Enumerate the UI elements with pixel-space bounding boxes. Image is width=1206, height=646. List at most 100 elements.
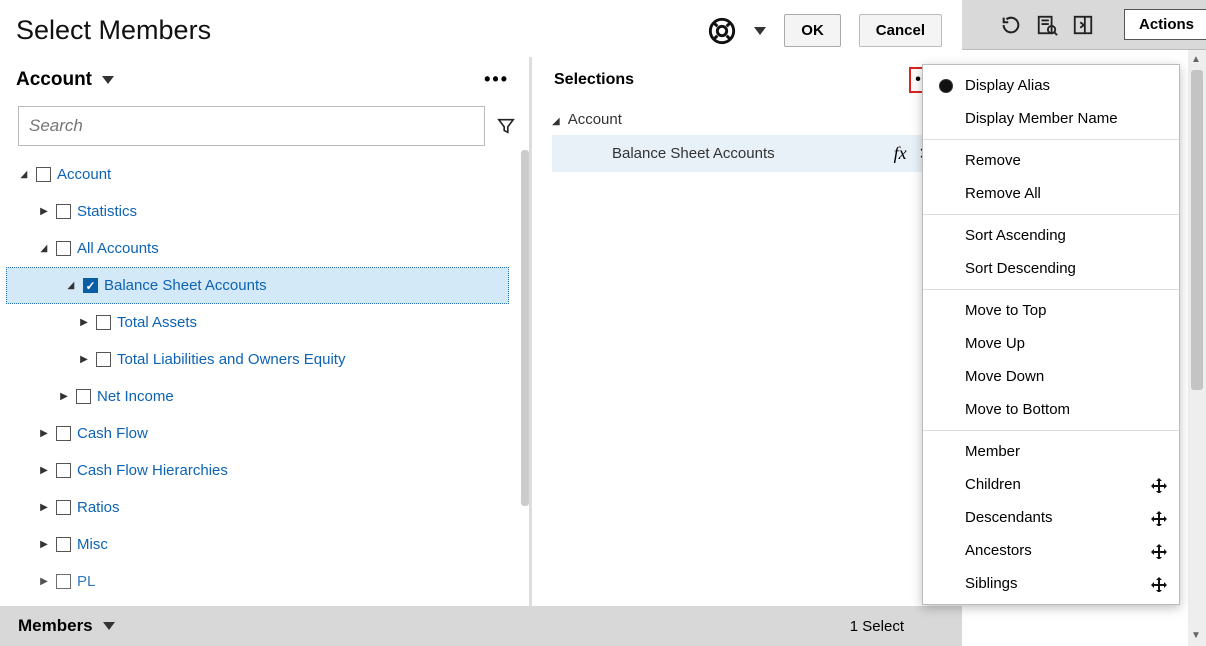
selection-count: 1 Select (850, 618, 904, 635)
tree-node-all-accounts[interactable]: All Accounts (0, 230, 529, 267)
checkbox[interactable] (56, 537, 71, 552)
select-members-dialog: Select Members OK Cancel Account ••• (0, 0, 962, 646)
tree-node-total-liab[interactable]: Total Liabilities and Owners Equity (0, 341, 529, 378)
actions-button[interactable]: Actions (1124, 9, 1206, 40)
filter-icon[interactable] (497, 117, 515, 135)
tree-label[interactable]: Total Liabilities and Owners Equity (117, 351, 345, 368)
scroll-up-icon[interactable]: ▲ (1191, 54, 1203, 66)
caret-icon[interactable] (38, 428, 50, 439)
tree-node-net-income[interactable]: Net Income (0, 378, 529, 415)
caret-icon[interactable] (38, 465, 50, 476)
caret-icon[interactable] (38, 539, 50, 550)
caret-icon[interactable] (65, 280, 77, 291)
page-scrollbar[interactable]: ▲ ▼ (1188, 50, 1206, 646)
tree-label[interactable]: Cash Flow (77, 425, 148, 442)
checkbox[interactable] (96, 315, 111, 330)
menu-label: Remove All (965, 185, 1041, 202)
checkbox[interactable] (36, 167, 51, 182)
background-toolbar: Actions (960, 0, 1206, 50)
tree-scrollbar[interactable] (521, 150, 529, 506)
tree-label[interactable]: Net Income (97, 388, 174, 405)
function-icon[interactable]: fx (894, 143, 907, 164)
tree-label[interactable]: All Accounts (77, 240, 159, 257)
tree-node-cash-flow[interactable]: Cash Flow (0, 415, 529, 452)
selection-root[interactable]: Account (552, 103, 942, 135)
tree-node-misc[interactable]: Misc (0, 526, 529, 563)
caret-icon[interactable] (38, 206, 50, 217)
refresh-icon[interactable] (1000, 14, 1022, 36)
dialog-footer: Members 1 Select (0, 606, 962, 646)
tree-node-pl[interactable]: PL (0, 563, 529, 600)
caret-icon[interactable] (38, 243, 50, 254)
tree-label[interactable]: Total Assets (117, 314, 197, 331)
dimension-dropdown-icon[interactable] (102, 76, 114, 84)
caret-icon[interactable] (58, 391, 70, 402)
cancel-button[interactable]: Cancel (859, 14, 942, 47)
caret-icon[interactable] (38, 576, 50, 587)
menu-move-bottom[interactable]: Move to Bottom (923, 393, 1179, 426)
tree-node-cash-flow-h[interactable]: Cash Flow Hierarchies (0, 452, 529, 489)
dimension-more-icon[interactable]: ••• (480, 65, 513, 94)
tree-label[interactable]: Statistics (77, 203, 137, 220)
tree-node-account[interactable]: Account (0, 156, 529, 193)
menu-display-alias[interactable]: Display Alias (923, 69, 1179, 102)
tree-label[interactable]: Account (57, 166, 111, 183)
menu-descendants[interactable]: Descendants (923, 501, 1179, 534)
scroll-down-icon[interactable]: ▼ (1191, 630, 1203, 642)
selection-item[interactable]: Balance Sheet Accounts fx ✕ (552, 135, 942, 172)
checkbox[interactable] (56, 574, 71, 589)
tree-label[interactable]: Ratios (77, 499, 120, 516)
tree-label[interactable]: Balance Sheet Accounts (104, 277, 267, 294)
tree-label[interactable]: Cash Flow Hierarchies (77, 462, 228, 479)
caret-icon[interactable] (18, 169, 30, 180)
tree-node-balance-sheet[interactable]: Balance Sheet Accounts (6, 267, 509, 304)
members-label: Members (18, 616, 93, 636)
help-icon[interactable] (708, 17, 736, 45)
scroll-thumb[interactable] (1191, 70, 1203, 390)
menu-label: Sort Descending (965, 260, 1076, 277)
menu-label: Siblings (965, 575, 1018, 592)
menu-children[interactable]: Children (923, 468, 1179, 501)
checkbox[interactable] (96, 352, 111, 367)
menu-move-top[interactable]: Move to Top (923, 294, 1179, 327)
search-input[interactable] (18, 106, 485, 146)
checkbox[interactable] (56, 500, 71, 515)
caret-icon[interactable] (78, 354, 90, 365)
menu-move-down[interactable]: Move Down (923, 360, 1179, 393)
menu-remove[interactable]: Remove (923, 144, 1179, 177)
checkbox[interactable] (76, 389, 91, 404)
tree-node-ratios[interactable]: Ratios (0, 489, 529, 526)
ok-button[interactable]: OK (784, 14, 841, 47)
tree-node-total-assets[interactable]: Total Assets (0, 304, 529, 341)
panel-icon[interactable] (1072, 14, 1094, 36)
menu-label: Move Down (965, 368, 1044, 385)
checkbox[interactable] (56, 463, 71, 478)
menu-ancestors[interactable]: Ancestors (923, 534, 1179, 567)
checkbox[interactable] (56, 241, 71, 256)
tree-label[interactable]: PL (77, 573, 95, 590)
menu-sort-asc[interactable]: Sort Ascending (923, 219, 1179, 252)
checkbox[interactable] (56, 426, 71, 441)
menu-display-member-name[interactable]: Display Member Name (923, 102, 1179, 135)
menu-label: Ancestors (965, 542, 1032, 559)
members-dropdown-icon[interactable] (103, 622, 115, 630)
search-doc-icon[interactable] (1036, 14, 1058, 36)
tree-label[interactable]: Misc (77, 536, 108, 553)
menu-sort-desc[interactable]: Sort Descending (923, 252, 1179, 285)
menu-label: Member (965, 443, 1020, 460)
caret-icon[interactable] (78, 317, 90, 328)
menu-siblings[interactable]: Siblings (923, 567, 1179, 600)
menu-label: Display Member Name (965, 110, 1118, 127)
caret-icon[interactable] (38, 502, 50, 513)
checkbox[interactable] (56, 204, 71, 219)
menu-remove-all[interactable]: Remove All (923, 177, 1179, 210)
caret-icon[interactable] (552, 111, 560, 128)
help-dropdown-icon[interactable] (754, 27, 766, 35)
tree-node-statistics[interactable]: Statistics (0, 193, 529, 230)
menu-move-up[interactable]: Move Up (923, 327, 1179, 360)
selections-context-menu: Display Alias Display Member Name Remove… (922, 64, 1180, 605)
include-icon (1151, 576, 1167, 592)
radio-on-icon (939, 79, 953, 93)
checkbox[interactable] (83, 278, 98, 293)
menu-member[interactable]: Member (923, 435, 1179, 468)
